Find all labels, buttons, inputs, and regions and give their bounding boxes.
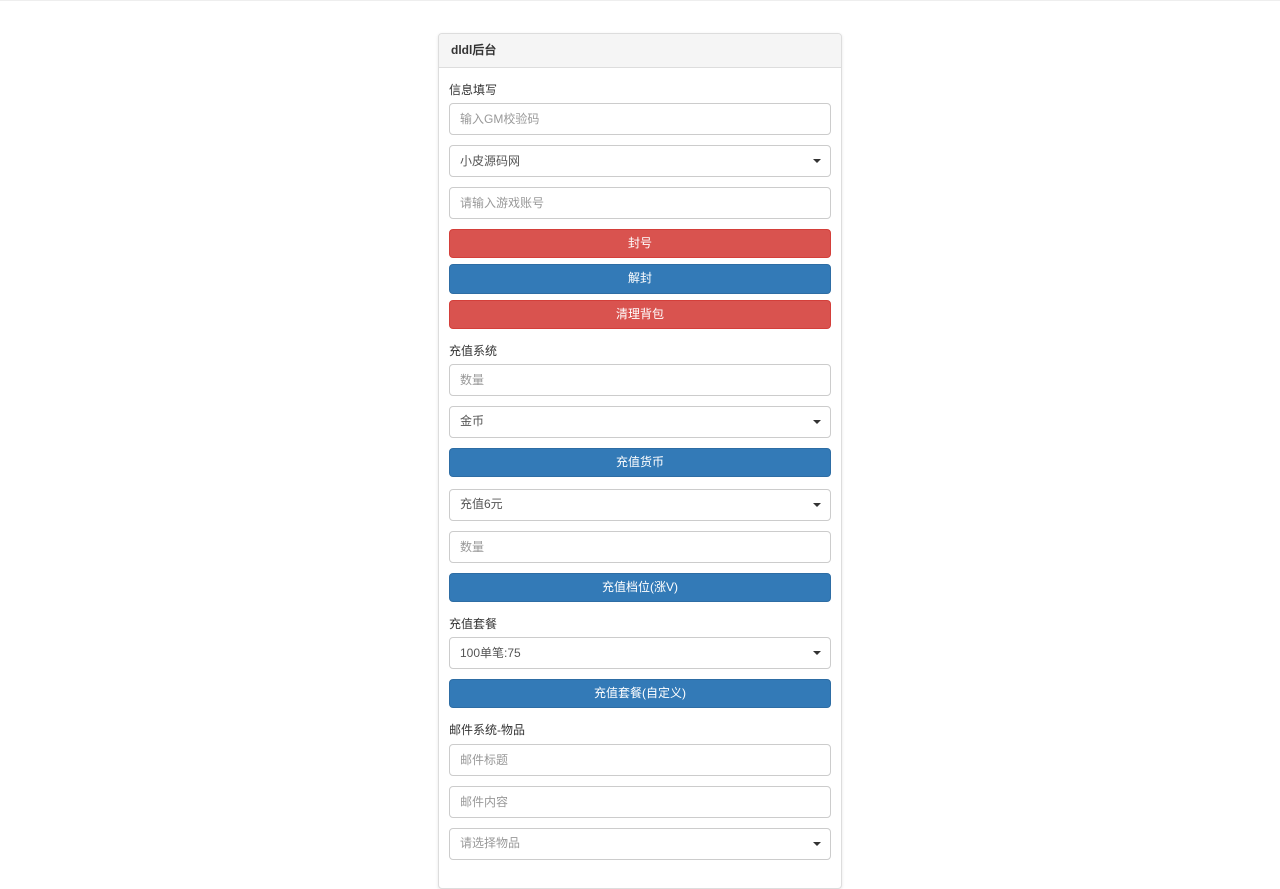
- gm-code-input[interactable]: [449, 103, 831, 135]
- currency-select-wrap: 金币: [449, 406, 831, 438]
- recharge-currency-button[interactable]: 充值货币: [449, 448, 831, 477]
- package-select-wrap: 100单笔:75: [449, 637, 831, 669]
- package-label: 充值套餐: [449, 616, 831, 633]
- package-select[interactable]: 100单笔:75: [449, 637, 831, 669]
- mail-title-input[interactable]: [449, 744, 831, 776]
- tier-quantity-input[interactable]: [449, 531, 831, 563]
- section-mail: 邮件系统-物品 请选择物品: [449, 722, 831, 859]
- panel-title: dldl后台: [439, 34, 841, 68]
- section-info: 信息填写 小皮源码网 封号 解封 清理背包: [449, 82, 831, 329]
- tier-select[interactable]: 充值6元: [449, 489, 831, 521]
- section-recharge: 充值系统 金币 充值货币 充值6元 充值档位(涨V): [449, 343, 831, 602]
- account-input[interactable]: [449, 187, 831, 219]
- unban-button[interactable]: 解封: [449, 264, 831, 293]
- recharge-quantity-input[interactable]: [449, 364, 831, 396]
- section-package: 充值套餐 100单笔:75 充值套餐(自定义): [449, 616, 831, 708]
- package-button[interactable]: 充值套餐(自定义): [449, 679, 831, 708]
- main-panel: dldl后台 信息填写 小皮源码网 封号 解封 清理背包 充值系统 金币: [438, 33, 842, 889]
- currency-select[interactable]: 金币: [449, 406, 831, 438]
- mail-content-input[interactable]: [449, 786, 831, 818]
- mail-label: 邮件系统-物品: [449, 722, 831, 739]
- panel-body: 信息填写 小皮源码网 封号 解封 清理背包 充值系统 金币 充值货币: [439, 68, 841, 887]
- info-label: 信息填写: [449, 82, 831, 99]
- ban-button[interactable]: 封号: [449, 229, 831, 258]
- tier-select-wrap: 充值6元: [449, 489, 831, 521]
- server-select-wrap: 小皮源码网: [449, 145, 831, 177]
- mail-item-select[interactable]: 请选择物品: [449, 828, 831, 860]
- clear-bag-button[interactable]: 清理背包: [449, 300, 831, 329]
- server-select[interactable]: 小皮源码网: [449, 145, 831, 177]
- mail-item-select-wrap: 请选择物品: [449, 828, 831, 860]
- recharge-tier-button[interactable]: 充值档位(涨V): [449, 573, 831, 602]
- recharge-label: 充值系统: [449, 343, 831, 360]
